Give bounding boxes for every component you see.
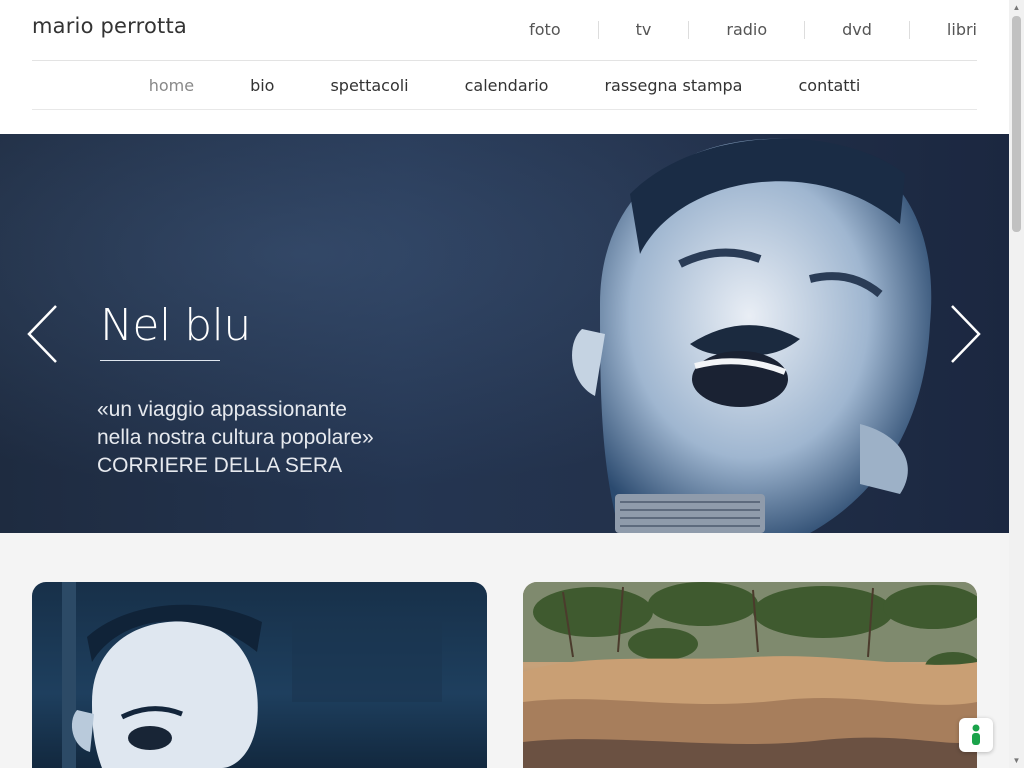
nav-divider (32, 109, 977, 110)
show-card-coast[interactable] (523, 582, 977, 768)
scrollbar-thumb[interactable] (1012, 16, 1021, 232)
scroll-up-arrow-icon[interactable]: ▲ (1009, 0, 1024, 15)
hero-quote-source: CORRIERE DELLA SERA (97, 454, 343, 477)
singer-portrait-thumbnail (62, 582, 442, 768)
site-header: mario perrotta foto tv radio dvd libri h… (0, 0, 1009, 134)
nav-contatti[interactable]: contatti (798, 76, 860, 96)
top-nav-tv[interactable]: tv (599, 20, 689, 40)
nav-bio[interactable]: bio (250, 76, 274, 96)
top-nav-dvd[interactable]: dvd (805, 20, 909, 40)
top-nav-radio[interactable]: radio (689, 20, 804, 40)
singer-portrait (572, 138, 932, 533)
chevron-right-icon[interactable] (948, 304, 982, 364)
nav-rassegna-stampa[interactable]: rassegna stampa (604, 76, 742, 96)
hero-slider: Nel blu «un viaggio appassionante nella … (0, 134, 1009, 533)
page-scrollbar[interactable]: ▲ ▼ (1009, 0, 1024, 768)
hero-quote-line: nella nostra cultura popolare» (97, 426, 374, 449)
main-nav: home bio spettacoli calendario rassegna … (32, 76, 977, 96)
chevron-left-icon[interactable] (26, 304, 60, 364)
top-nav: foto tv radio dvd libri (492, 20, 977, 40)
rocky-coast-thumbnail (523, 582, 977, 768)
nav-calendario[interactable]: calendario (465, 76, 549, 96)
accessibility-widget-button[interactable] (959, 718, 993, 752)
nav-home[interactable]: home (149, 76, 194, 96)
show-card-nel-blu[interactable] (32, 582, 487, 768)
scroll-down-arrow-icon[interactable]: ▼ (1009, 753, 1024, 768)
nav-spettacoli[interactable]: spettacoli (330, 76, 408, 96)
header-divider (32, 60, 977, 61)
top-nav-foto[interactable]: foto (492, 20, 597, 40)
top-nav-libri[interactable]: libri (910, 20, 977, 40)
hero-title: Nel blu (100, 300, 251, 351)
accessibility-icon (972, 724, 980, 745)
site-brand[interactable]: mario perrotta (32, 14, 187, 38)
hero-quote: «un viaggio appassionante nella nostra c… (97, 396, 427, 480)
hero-quote-line: «un viaggio appassionante (97, 398, 347, 421)
hero-title-underline (100, 360, 220, 361)
